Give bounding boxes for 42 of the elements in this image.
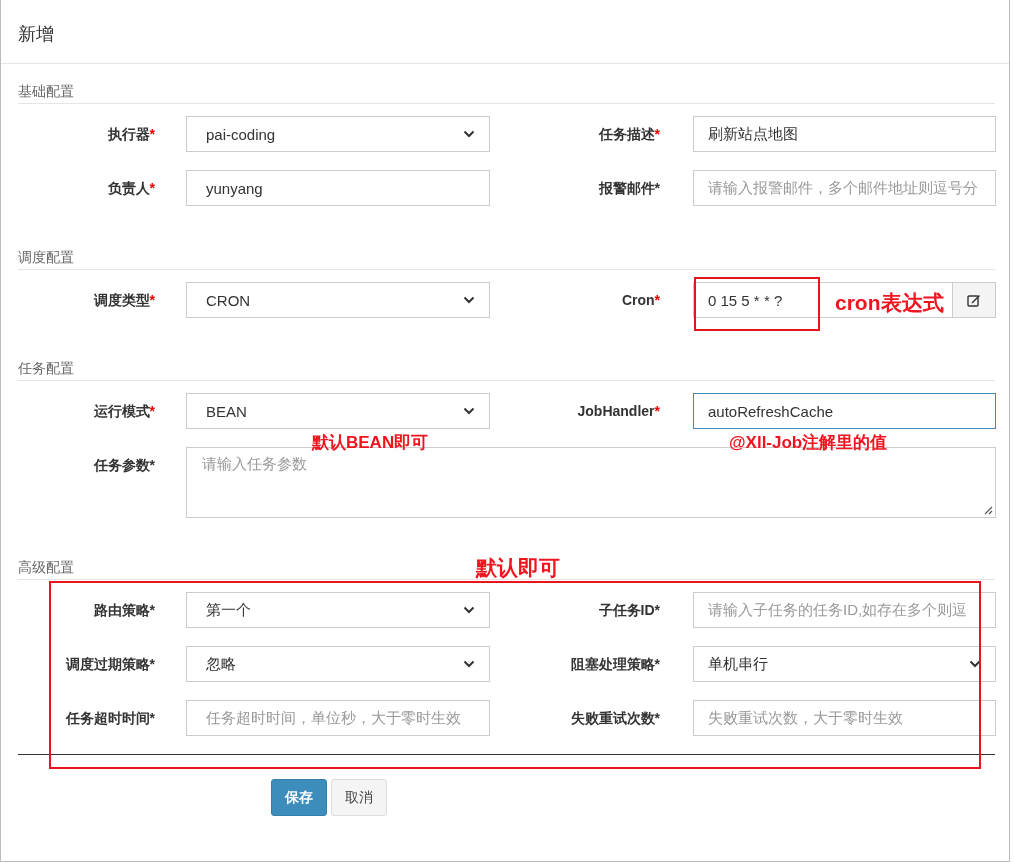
field-label: 负责人* [106, 179, 155, 198]
field-label: 任务描述* [597, 125, 660, 144]
input-field[interactable]: yunyang [186, 170, 490, 206]
section-legend: 高级配置 [18, 559, 74, 575]
edit-icon [967, 293, 981, 307]
chevron-down-icon [463, 296, 475, 304]
field-label: 调度过期策略* [64, 655, 155, 674]
cancel-button[interactable]: 取消 [331, 779, 387, 816]
field-label: Cron* [620, 291, 660, 310]
field-label: 任务参数* [92, 456, 155, 475]
select-field[interactable]: 单机串行 [693, 646, 996, 682]
field-label: JobHandler* [576, 402, 660, 421]
annotation-text: 默认即可 [476, 555, 560, 581]
edit-button[interactable] [953, 282, 996, 318]
dialog-title: 新增 [18, 24, 54, 44]
chevron-down-icon [969, 660, 981, 668]
resize-grip-icon [984, 506, 993, 515]
select-field[interactable]: CRON [186, 282, 490, 318]
field-label: 调度类型* [92, 291, 155, 310]
select-field[interactable]: 忽略 [186, 646, 490, 682]
field-label: 报警邮件* [597, 179, 660, 198]
input-field[interactable]: autoRefreshCache [693, 393, 996, 429]
chevron-down-icon [463, 606, 475, 614]
chevron-down-icon [463, 130, 475, 138]
section-legend: 基础配置 [18, 83, 74, 99]
field-label: 执行器* [106, 125, 155, 144]
select-field[interactable]: BEAN [186, 393, 490, 429]
select-field[interactable]: pai-coding [186, 116, 490, 152]
field-label: 阻塞处理策略* [569, 655, 660, 674]
field-label: 运行模式* [92, 402, 155, 421]
field-label: 路由策略* [92, 601, 155, 620]
input-field[interactable]: 刷新站点地图 [693, 116, 996, 152]
section-legend: 任务配置 [18, 360, 74, 376]
chevron-down-icon [463, 660, 475, 668]
field-label: 任务超时时间* [64, 709, 155, 728]
select-field[interactable]: 第一个 [186, 592, 490, 628]
field-label: 子任务ID* [597, 601, 660, 620]
section-legend: 调度配置 [18, 249, 74, 265]
field-label: 失败重试次数* [569, 709, 660, 728]
chevron-down-icon [463, 407, 475, 415]
save-button[interactable]: 保存 [271, 779, 327, 816]
annotation-text: cron表达式 [835, 290, 944, 316]
